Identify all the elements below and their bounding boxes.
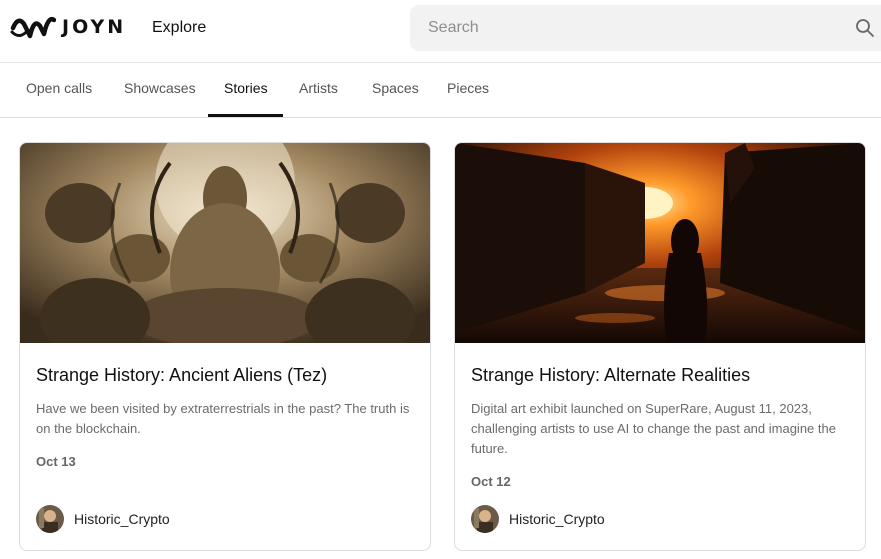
joyn-logo[interactable]: JOYN [10,12,126,42]
avatar [471,505,499,533]
active-tab-indicator [208,114,283,117]
ancient-aliens-artwork [20,143,430,343]
story-card[interactable]: Strange History: Ancient Aliens (Tez) Ha… [19,142,431,551]
joyn-logo-icon [10,17,56,39]
tab-open-calls[interactable]: Open calls [26,80,92,96]
story-card-image[interactable] [20,143,430,343]
category-tabs: Open calls Showcases Stories Artists Spa… [0,62,881,118]
search-input[interactable] [426,18,810,38]
author-name[interactable]: Historic_Crypto [74,511,170,527]
story-card-date: Oct 13 [36,454,76,469]
alternate-realities-artwork [455,143,865,343]
story-card-title[interactable]: Strange History: Alternate Realities [471,365,750,386]
story-card-image[interactable] [455,143,865,343]
story-card[interactable]: Strange History: Alternate Realities Dig… [454,142,866,551]
story-card-description: Have we been visited by extraterrestrial… [36,401,410,436]
top-header: JOYN Explore [0,0,881,63]
story-card-title[interactable]: Strange History: Ancient Aliens (Tez) [36,365,327,386]
avatar [36,505,64,533]
story-card-author[interactable]: Historic_Crypto [471,504,605,534]
search-icon[interactable] [855,18,875,38]
search-bar[interactable] [410,5,881,51]
tab-showcases[interactable]: Showcases [124,80,196,96]
tab-pieces[interactable]: Pieces [447,80,489,96]
tab-artists[interactable]: Artists [299,80,338,96]
author-name[interactable]: Historic_Crypto [509,511,605,527]
tab-spaces[interactable]: Spaces [372,80,419,96]
story-card-author[interactable]: Historic_Crypto [36,504,170,534]
story-card-date: Oct 12 [471,474,511,489]
story-card-description: Digital art exhibit launched on SuperRar… [471,401,836,456]
explore-link[interactable]: Explore [152,19,206,37]
brand-name: JOYN [62,16,127,38]
tab-stories[interactable]: Stories [224,80,268,96]
